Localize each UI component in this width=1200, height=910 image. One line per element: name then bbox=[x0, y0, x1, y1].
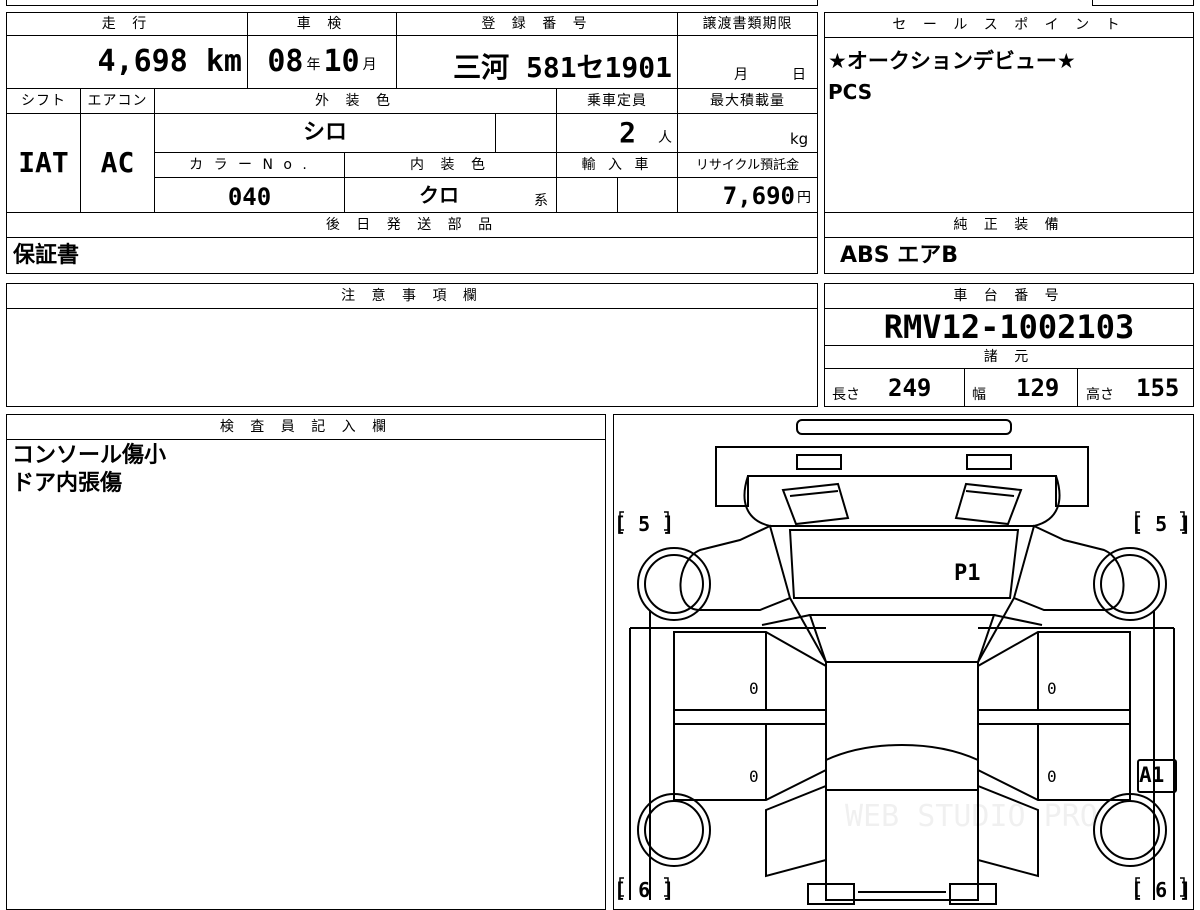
inspection-year-unit: 年 bbox=[306, 57, 321, 73]
exterior-color-extra-cell bbox=[495, 113, 557, 153]
door-fr-mark: 0 bbox=[1047, 679, 1057, 698]
hood bbox=[788, 529, 1020, 599]
door-front-right bbox=[977, 631, 1131, 711]
spec-width-value: 129 bbox=[1016, 374, 1060, 402]
shift-value: IAT bbox=[18, 146, 69, 179]
tire-rear-right-label: [ 6 ] bbox=[1131, 878, 1191, 902]
body-outline bbox=[743, 475, 1061, 527]
damage-mark-hood: P1 bbox=[954, 561, 981, 586]
sales-points-line-2: PCS bbox=[828, 80, 873, 104]
wheel-rear-left bbox=[637, 793, 711, 867]
door-rl-mark: 0 bbox=[749, 767, 759, 786]
color-no-value: 040 bbox=[227, 183, 272, 211]
specs-header: 諸 元 bbox=[824, 345, 1194, 369]
mileage-unit: km bbox=[205, 44, 242, 79]
inspector-line-2: ドア内張傷 bbox=[12, 471, 123, 496]
aircon-header: エアコン bbox=[80, 88, 155, 114]
interior-color-header: 内 装 色 bbox=[344, 152, 557, 178]
later-parts-header: 後 日 発 送 部 品 bbox=[6, 212, 818, 238]
fender-left-front bbox=[679, 524, 792, 611]
spec-height-label: 高さ bbox=[1086, 387, 1114, 403]
genuine-equipment-value: ABS エアB bbox=[840, 243, 959, 268]
spec-height-value: 155 bbox=[1136, 374, 1180, 402]
notes-header: 注 意 事 項 欄 bbox=[6, 283, 818, 309]
inspector-line-1: コンソール傷小 bbox=[12, 443, 167, 468]
mileage-value: 4,698 km bbox=[6, 35, 243, 89]
top-strip-right bbox=[1092, 0, 1194, 6]
max-load-unit: kg bbox=[790, 130, 809, 148]
car-diagram-box: [ 5 ] [ 5 ] [ 6 ] [ 6 ] P1 A1 0 0 0 0 WE… bbox=[613, 414, 1194, 910]
door-rear-right bbox=[977, 723, 1131, 801]
capacity-value: 2人 bbox=[556, 113, 672, 153]
genuine-equipment-header: 純 正 装 備 bbox=[824, 212, 1194, 238]
inspector-header: 検 査 員 記 入 欄 bbox=[6, 414, 606, 440]
inspection-year: 08 bbox=[267, 44, 304, 79]
exterior-color-value: シロ bbox=[302, 120, 347, 145]
top-strip bbox=[6, 0, 818, 6]
tire-front-right-label: [ 5 ] bbox=[1131, 512, 1191, 536]
transfer-month-unit: 月 bbox=[734, 67, 748, 83]
recycle-fee-number: 7,690 bbox=[722, 182, 795, 210]
chassis-header: 車 台 番 号 bbox=[824, 283, 1194, 309]
capacity-header: 乗車定員 bbox=[556, 88, 678, 114]
capacity-number: 2 bbox=[619, 116, 636, 149]
inspection-month-unit: 月 bbox=[362, 57, 377, 73]
cabin-roof bbox=[825, 661, 979, 901]
door-rear-left bbox=[673, 723, 827, 801]
sales-points-header: セ ー ル ス ポ イ ン ト bbox=[824, 12, 1194, 38]
windshield bbox=[808, 614, 996, 663]
headlight-left bbox=[781, 482, 850, 526]
damage-mark-right-rear: A1 bbox=[1139, 763, 1164, 787]
tire-front-left-label: [ 5 ] bbox=[614, 512, 674, 536]
later-parts-value: 保証書 bbox=[13, 243, 80, 268]
registration-header: 登 録 番 号 bbox=[396, 12, 678, 36]
mileage-header: 走 行 bbox=[6, 12, 248, 36]
inspection-header: 車 検 bbox=[247, 12, 397, 36]
car-diagram: [ 5 ] [ 5 ] [ 6 ] [ 6 ] P1 A1 0 0 0 0 WE… bbox=[614, 419, 1191, 905]
recycle-fee-value: 7,690 円 bbox=[677, 177, 811, 215]
transfer-day-unit: 日 bbox=[792, 67, 806, 83]
tire-rear-left-label: [ 6 ] bbox=[614, 878, 674, 902]
chassis-value: RMV12-1002103 bbox=[883, 308, 1135, 346]
fog-lamp-left bbox=[796, 454, 842, 470]
mileage-number: 4,698 bbox=[97, 44, 188, 79]
imported-header: 輸 入 車 bbox=[556, 152, 678, 178]
headlight-right bbox=[954, 482, 1023, 526]
door-front-left bbox=[673, 631, 827, 711]
wheel-front-left bbox=[637, 547, 711, 621]
imported-cell-a bbox=[556, 177, 618, 213]
door-fl-mark: 0 bbox=[749, 679, 759, 698]
wheel-front-right bbox=[1093, 547, 1167, 621]
interior-color-value: クロ bbox=[419, 183, 459, 207]
aircon-value: AC bbox=[100, 146, 135, 179]
sales-points-line-1: ★オークションデビュー★ bbox=[828, 49, 1076, 73]
shift-header: シフト bbox=[6, 88, 81, 114]
roof-line bbox=[825, 744, 979, 761]
watermark: WEB STUDIO PRO bbox=[845, 799, 1098, 834]
inspection-month: 10 bbox=[323, 44, 360, 79]
spec-length-value: 249 bbox=[888, 374, 932, 402]
front-bumper-strip bbox=[796, 419, 1012, 435]
transfer-deadline-header: 譲渡書類期限 bbox=[677, 12, 818, 36]
color-no-header: カ ラ ー N o . bbox=[154, 152, 345, 178]
spec-length-label: 長さ bbox=[832, 387, 860, 403]
max-load-header: 最大積載量 bbox=[677, 88, 818, 114]
spec-width-label: 幅 bbox=[972, 387, 986, 403]
fog-lamp-right bbox=[966, 454, 1012, 470]
door-rr-mark: 0 bbox=[1047, 767, 1057, 786]
wheel-rear-right bbox=[1093, 793, 1167, 867]
recycle-fee-header: リサイクル預託金 bbox=[677, 152, 818, 178]
exterior-color-header: 外 装 色 bbox=[154, 88, 557, 114]
imported-cell-b bbox=[617, 177, 678, 213]
interior-color-unit: 系 bbox=[534, 193, 548, 209]
front-bumper bbox=[715, 446, 1089, 507]
fender-right-front bbox=[1012, 524, 1125, 611]
side-panel-left bbox=[629, 627, 826, 900]
recycle-fee-unit: 円 bbox=[797, 190, 811, 206]
capacity-unit: 人 bbox=[658, 130, 672, 146]
inspection-value: 08 年 10 月 bbox=[247, 35, 397, 89]
